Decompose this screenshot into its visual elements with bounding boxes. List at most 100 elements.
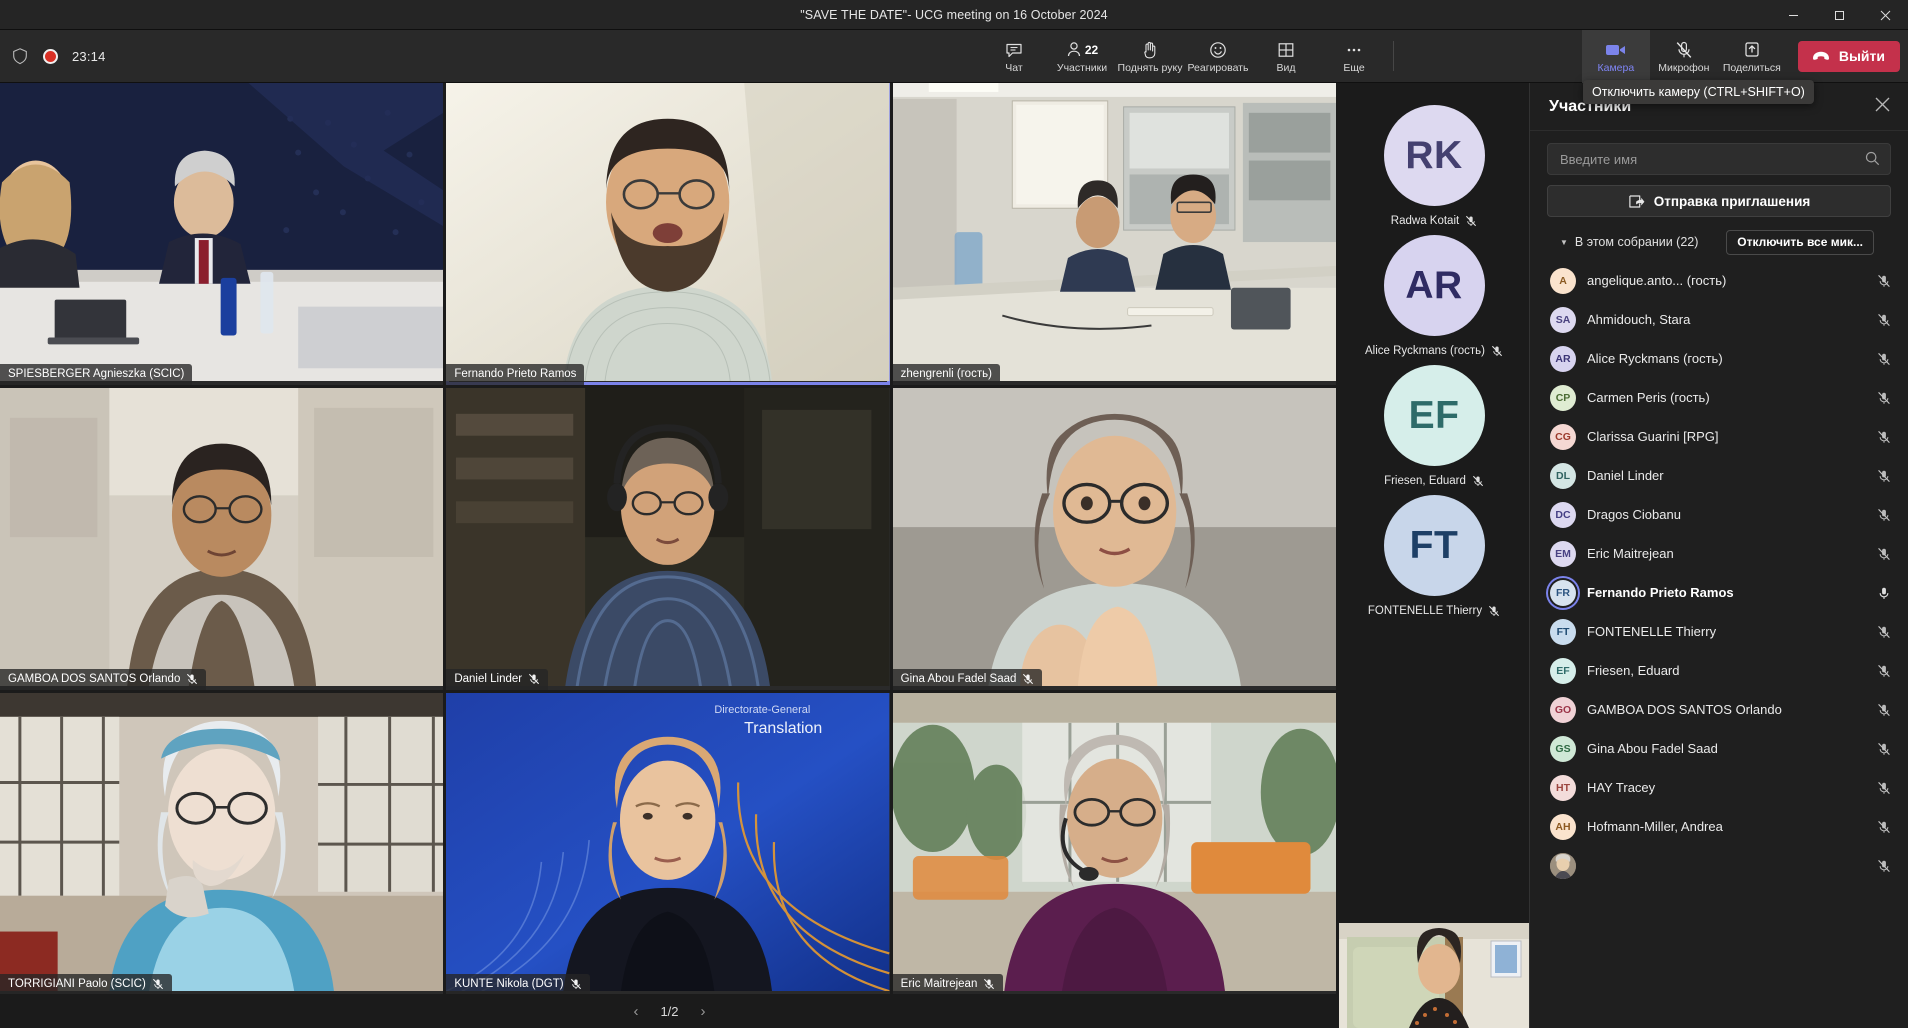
search-input[interactable]: [1547, 143, 1891, 175]
toolbar-participants-button[interactable]: 22 Участники: [1048, 30, 1116, 83]
participant-name: Hofmann-Miller, Andrea: [1587, 819, 1723, 834]
participant-name: GAMBOA DOS SANTOS Orlando: [1587, 702, 1782, 717]
send-invitation-button[interactable]: Отправка приглашения: [1547, 185, 1891, 217]
participant-row[interactable]: AH Hofmann-Miller, Andrea: [1530, 807, 1908, 846]
close-icon[interactable]: [1875, 97, 1890, 117]
video-tile[interactable]: SPIESBERGER Agnieszka (SCIC): [0, 83, 444, 385]
toolbar-chat-button[interactable]: Чат: [980, 30, 1048, 83]
participant-name: Clarissa Guarini [RPG]: [1587, 429, 1719, 444]
avatar-name-row: Alice Ryckmans (гость): [1365, 345, 1503, 357]
in-meeting-section-header[interactable]: ▼ В этом собрании (22): [1560, 235, 1698, 249]
meeting-body: SPIESBERGER Agnieszka (SCIC) Fernando Pr…: [0, 83, 1908, 1028]
participant-row[interactable]: DC Dragos Ciobanu: [1530, 495, 1908, 534]
microphone-muted-icon[interactable]: [1876, 781, 1891, 795]
video-stage: SPIESBERGER Agnieszka (SCIC) Fernando Pr…: [0, 83, 1339, 1028]
microphone-muted-icon[interactable]: [1876, 391, 1891, 405]
microphone-muted-icon[interactable]: [1876, 820, 1891, 834]
maximize-restore-button[interactable]: [1816, 0, 1862, 30]
avatar: EF: [1550, 657, 1576, 684]
microphone-muted-icon[interactable]: [1876, 547, 1891, 561]
svg-text:Translation: Translation: [745, 720, 823, 737]
avatar: SA: [1550, 306, 1576, 333]
participant-row[interactable]: SA Ahmidouch, Stara: [1530, 300, 1908, 339]
microphone-muted-icon[interactable]: [1876, 352, 1891, 366]
participant-video: [892, 83, 1336, 382]
microphone-muted-icon[interactable]: [1876, 703, 1891, 717]
avatar-name-row: FONTENELLE Thierry: [1368, 605, 1500, 617]
window-title: "SAVE THE DATE"- UCG meeting on 16 Octob…: [800, 7, 1108, 22]
participant-row[interactable]: AR Alice Ryckmans (гость): [1530, 339, 1908, 378]
participant-row[interactable]: CP Carmen Peris (гость): [1530, 378, 1908, 417]
avatar-tile[interactable]: FT FONTENELLE Thierry: [1339, 495, 1529, 617]
toolbar-view-button[interactable]: Вид: [1252, 30, 1320, 83]
microphone-muted-icon[interactable]: [1876, 430, 1891, 444]
phone-hangup-icon: [1812, 51, 1829, 60]
avatar: CG: [1550, 423, 1576, 450]
toolbar-raise-hand-label: Поднять руку: [1117, 61, 1183, 74]
video-tile[interactable]: Gina Abou Fadel Saad: [892, 388, 1336, 690]
toolbar-share-button[interactable]: Поделиться: [1718, 30, 1786, 83]
toolbar-microphone-button[interactable]: Микрофон: [1650, 30, 1718, 83]
participant-row[interactable]: [1530, 846, 1908, 885]
video-tile[interactable]: Eric Maitrejean: [892, 693, 1336, 995]
microphone-muted-icon[interactable]: [1876, 742, 1891, 756]
toolbar-more-button[interactable]: Еще: [1320, 30, 1388, 83]
participant-name: Dragos Ciobanu: [1587, 507, 1681, 522]
avatar: HT: [1550, 774, 1576, 801]
participant-row-active-speaker[interactable]: FR Fernando Prieto Ramos: [1530, 573, 1908, 612]
grid-pagination: ‹ 1/2 ›: [0, 994, 1339, 1028]
minimize-button[interactable]: [1770, 0, 1816, 30]
participants-list[interactable]: A angelique.anto... (гость) SA Ahmidouch…: [1530, 255, 1908, 1028]
next-page-button[interactable]: ›: [695, 1001, 712, 1022]
microphone-muted-icon: [187, 673, 198, 685]
avatar-tile[interactable]: EF Friesen, Eduard: [1339, 365, 1529, 487]
search-icon: [1865, 151, 1880, 166]
previous-page-button[interactable]: ‹: [627, 1001, 644, 1022]
participant-row[interactable]: EM Eric Maitrejean: [1530, 534, 1908, 573]
participants-panel: Участники Введите имя Отправка приглашен…: [1529, 83, 1908, 1028]
participant-name: FONTENELLE Thierry: [1587, 624, 1717, 639]
participant-name: Fernando Prieto Ramos: [1587, 585, 1734, 600]
toolbar-raise-hand-button[interactable]: Поднять руку: [1116, 30, 1184, 83]
participant-row[interactable]: CG Clarissa Guarini [RPG]: [1530, 417, 1908, 456]
avatar: [1550, 852, 1576, 879]
mute-all-button[interactable]: Отключить все мик...: [1726, 229, 1874, 255]
video-tile[interactable]: GAMBOA DOS SANTOS Orlando: [0, 388, 444, 690]
participant-row[interactable]: GS Gina Abou Fadel Saad: [1530, 729, 1908, 768]
video-tile[interactable]: Directorate-General Translation KUNTE Ni…: [446, 693, 890, 995]
video-tile-active-speaker[interactable]: Fernando Prieto Ramos: [446, 83, 890, 385]
microphone-muted-icon[interactable]: [1876, 664, 1891, 678]
microphone-muted-icon[interactable]: [1876, 508, 1891, 522]
tile-participant-name: GAMBOA DOS SANTOS Orlando: [8, 673, 181, 685]
meeting-toolbar: 23:14 Чат 22 Участники Поднять руку Реаг…: [0, 29, 1908, 83]
avatar: GS: [1550, 735, 1576, 762]
microphone-muted-icon[interactable]: [1876, 274, 1891, 288]
participant-row[interactable]: GO GAMBOA DOS SANTOS Orlando: [1530, 690, 1908, 729]
participant-row[interactable]: HT HAY Tracey: [1530, 768, 1908, 807]
microphone-muted-icon: [1466, 215, 1477, 227]
microphone-muted-icon[interactable]: [1876, 625, 1891, 639]
microphone-muted-icon[interactable]: [1876, 313, 1891, 327]
toolbar-camera-button[interactable]: Камера: [1581, 29, 1650, 83]
toolbar-react-button[interactable]: Реагировать: [1184, 30, 1252, 83]
microphone-muted-icon[interactable]: [1876, 469, 1891, 483]
avatar-tile[interactable]: AR Alice Ryckmans (гость): [1339, 235, 1529, 357]
participant-row[interactable]: EF Friesen, Eduard: [1530, 651, 1908, 690]
shield-icon: [13, 48, 27, 65]
video-tile[interactable]: zhengrenli (гость): [892, 83, 1336, 385]
participant-row[interactable]: FT FONTENELLE Thierry: [1530, 612, 1908, 651]
video-tile[interactable]: TORRIGIANI Paolo (SCIC): [0, 693, 444, 995]
microphone-muted-icon[interactable]: [1876, 859, 1891, 873]
microphone-icon[interactable]: [1876, 586, 1891, 600]
video-tile[interactable]: Daniel Linder: [446, 388, 890, 690]
self-view-tile[interactable]: [1339, 923, 1529, 1028]
close-button[interactable]: [1862, 0, 1908, 30]
leave-meeting-button[interactable]: Выйти: [1797, 40, 1900, 72]
meeting-status-group: 23:14: [0, 47, 106, 65]
participant-name: HAY Tracey: [1587, 780, 1656, 795]
avatar-column: RK Radwa Kotait AR Alice Ryckmans (гость…: [1339, 83, 1529, 1028]
avatar-tile[interactable]: RK Radwa Kotait: [1339, 105, 1529, 227]
participant-row[interactable]: DL Daniel Linder: [1530, 456, 1908, 495]
participant-row[interactable]: A angelique.anto... (гость): [1530, 261, 1908, 300]
leave-meeting-label: Выйти: [1838, 48, 1885, 64]
